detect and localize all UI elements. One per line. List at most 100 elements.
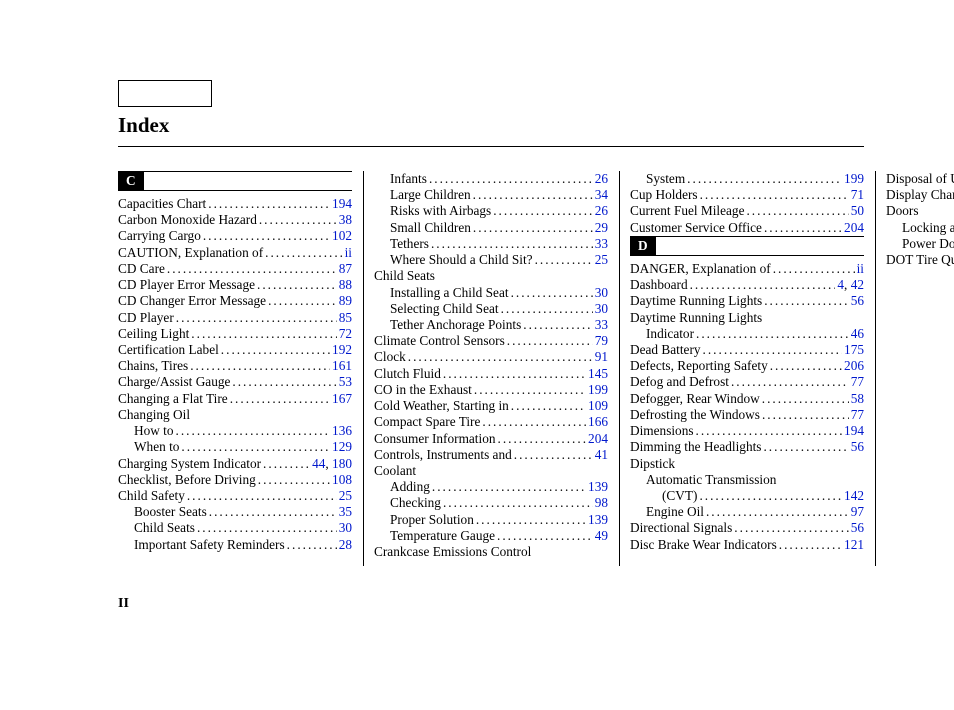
leader-dots [493, 203, 592, 219]
page-link[interactable]: 199 [844, 171, 864, 186]
page-link[interactable]: 204 [588, 431, 608, 446]
page-link[interactable]: 139 [588, 479, 608, 494]
index-entry-label: Cup Holders [630, 187, 698, 203]
page-link[interactable]: 194 [844, 423, 864, 438]
page-link[interactable]: 77 [851, 407, 864, 422]
page-link[interactable]: 142 [844, 488, 864, 503]
index-entry-pages: 102 [332, 228, 352, 244]
index-entry-pages: 136 [332, 423, 352, 439]
page-link[interactable]: 79 [595, 333, 608, 348]
page-link[interactable]: 87 [339, 261, 352, 276]
page-link[interactable]: 26 [595, 203, 608, 218]
page-link[interactable]: 71 [851, 187, 864, 202]
page-link[interactable]: 85 [339, 310, 352, 325]
leader-dots [258, 472, 330, 488]
index-entry-label: CAUTION, Explanation of [118, 245, 263, 261]
index-entry-label: Dimensions [630, 423, 694, 439]
page-link[interactable]: 98 [595, 495, 608, 510]
page-link[interactable]: 56 [851, 439, 864, 454]
index-entry: Infants 26 [374, 171, 608, 187]
page-link[interactable]: 199 [588, 382, 608, 397]
page-link[interactable]: ii [345, 245, 352, 260]
page-link[interactable]: 192 [332, 342, 352, 357]
page-link[interactable]: 206 [844, 358, 864, 373]
page-link[interactable]: 30 [595, 285, 608, 300]
index-entry: Defects, Reporting Safety206 [630, 358, 864, 374]
index-entry-pages: 145 [588, 366, 608, 382]
page-link[interactable]: 34 [595, 187, 608, 202]
index-entry: Coolant [374, 463, 608, 479]
index-entry-pages: 192 [332, 342, 352, 358]
page-link[interactable]: 25 [595, 252, 608, 267]
page-link[interactable]: 77 [851, 374, 864, 389]
leader-dots [703, 342, 843, 358]
page-link[interactable]: 129 [332, 439, 352, 454]
index-entry: Tether Anchorage Points33 [374, 317, 608, 333]
page-link[interactable]: 175 [844, 342, 864, 357]
index-entry: Selecting Child Seat30 [374, 301, 608, 317]
index-entry-label: Cold Weather, Starting in [374, 398, 509, 414]
section-heading: D [630, 236, 864, 256]
page-link[interactable]: 28 [339, 537, 352, 552]
index-entry-label: How to [134, 423, 174, 439]
index-entry: Changing Oil [118, 407, 352, 423]
page-link[interactable]: 38 [339, 212, 352, 227]
page-link[interactable]: 204 [844, 220, 864, 235]
page-link[interactable]: 121 [844, 537, 864, 552]
page-link[interactable]: 180 [332, 456, 352, 471]
page-link[interactable]: 58 [851, 391, 864, 406]
index-entry-label: Defogger, Rear Window [630, 391, 760, 407]
page-link[interactable]: 97 [851, 504, 864, 519]
index-entry-label: (CVT) [662, 488, 697, 504]
page-link[interactable]: ii [857, 261, 864, 276]
index-entry: Locking and Unlocking62 [886, 220, 954, 236]
page-link[interactable]: 56 [851, 293, 864, 308]
index-entry-label: Dimming the Headlights [630, 439, 761, 455]
index-entry-label: Child Seats [134, 520, 195, 536]
index-entry: CD Care87 [118, 261, 352, 277]
page-link[interactable]: 91 [595, 349, 608, 364]
index-entry-label: Large Children [390, 187, 471, 203]
page-link[interactable]: 53 [339, 374, 352, 389]
page-link[interactable]: 102 [332, 228, 352, 243]
page-link[interactable]: 136 [332, 423, 352, 438]
page-link[interactable]: 30 [595, 301, 608, 316]
page-link[interactable]: 42 [851, 277, 864, 292]
page-link[interactable]: 108 [332, 472, 352, 487]
index-entry-pages: 97 [851, 504, 864, 520]
leader-dots [476, 512, 586, 528]
page-link[interactable]: 41 [595, 447, 608, 462]
index-entry-label: Carrying Cargo [118, 228, 201, 244]
page-link[interactable]: 35 [339, 504, 352, 519]
page-link[interactable]: 44 [312, 456, 325, 471]
page-link[interactable]: 50 [851, 203, 864, 218]
index-entry: Defogger, Rear Window 58 [630, 391, 864, 407]
page-link[interactable]: 145 [588, 366, 608, 381]
page-link[interactable]: 167 [332, 391, 352, 406]
index-entry: Risks with Airbags26 [374, 203, 608, 219]
page-link[interactable]: 46 [851, 326, 864, 341]
page-link[interactable]: 56 [851, 520, 864, 535]
index-entry: DANGER, Explanation ofii [630, 261, 864, 277]
page-link[interactable]: 33 [595, 236, 608, 251]
page-link[interactable]: 89 [339, 293, 352, 308]
page-link[interactable]: 25 [339, 488, 352, 503]
index-entry-pages: 71 [851, 187, 864, 203]
page-link[interactable]: 139 [588, 512, 608, 527]
index-entry: Defog and Defrost77 [630, 374, 864, 390]
page-link[interactable]: 72 [339, 326, 352, 341]
page-link[interactable]: 194 [332, 196, 352, 211]
page-link[interactable]: 30 [339, 520, 352, 535]
index-entry-label: Infants [390, 171, 427, 187]
section-letter: C [118, 172, 144, 190]
page-link[interactable]: 88 [339, 277, 352, 292]
page-link[interactable]: 166 [588, 414, 608, 429]
index-entry: CD Changer Error Message89 [118, 293, 352, 309]
page-link[interactable]: 29 [595, 220, 608, 235]
index-entry-label: Dipstick [630, 456, 675, 471]
page-link[interactable]: 161 [332, 358, 352, 373]
page-link[interactable]: 33 [595, 317, 608, 332]
page-link[interactable]: 49 [595, 528, 608, 543]
page-link[interactable]: 109 [588, 398, 608, 413]
page-link[interactable]: 26 [595, 171, 608, 186]
